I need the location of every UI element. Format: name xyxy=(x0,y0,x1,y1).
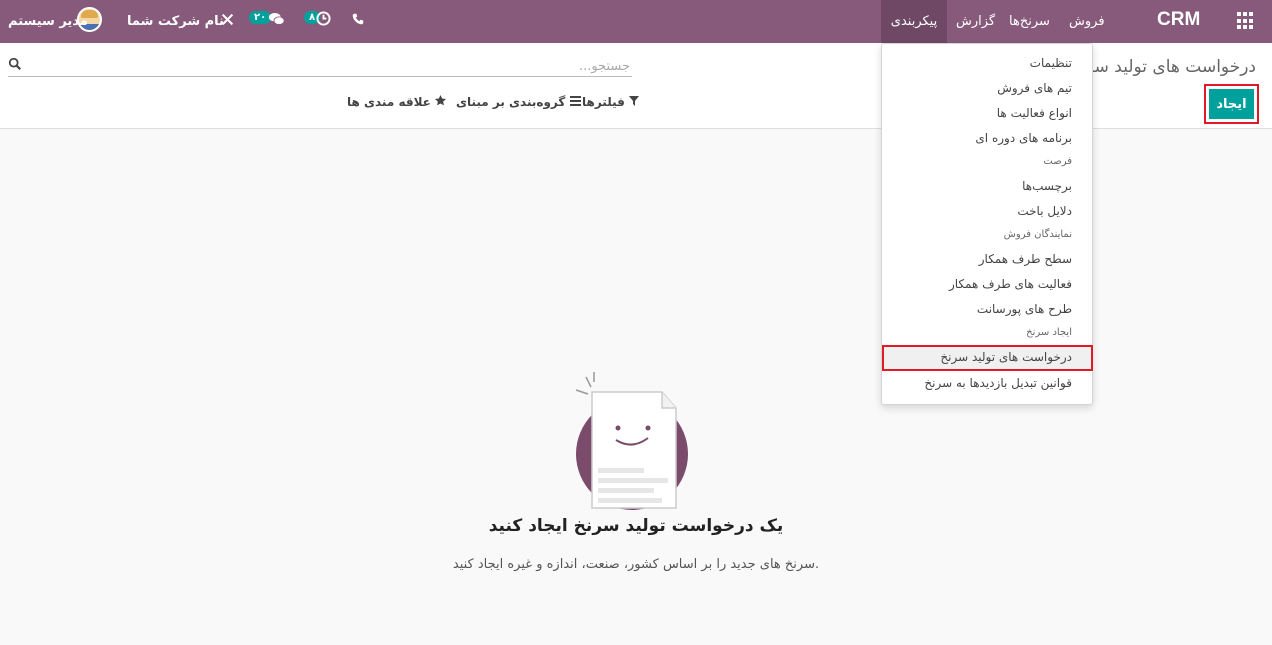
dropdown-item-visits-to-leads-rules[interactable]: قوانین تبدیل بازدیدها به سرنخ xyxy=(924,376,1072,390)
search-bar xyxy=(8,55,632,77)
empty-state-description: سرنخ های جدید را بر اساس کشور، صنعت، اند… xyxy=(452,557,820,572)
dropdown-item-sales-teams[interactable]: تیم های فروش xyxy=(997,81,1072,95)
top-navbar: CRM فروش سرنخ‌ها گزارش پیکربندی ۸ ۲۰ نام… xyxy=(0,0,1272,43)
star-icon xyxy=(435,95,447,106)
search-icon[interactable] xyxy=(8,57,22,71)
search-input[interactable] xyxy=(8,56,632,77)
menu-reporting[interactable]: گزارش xyxy=(948,0,1003,43)
create-button-highlight: ایجاد xyxy=(1204,84,1259,124)
groupby-button[interactable]: گروه‌بندی بر مبنای xyxy=(456,95,581,109)
user-menu[interactable]: مدیر سیستم xyxy=(8,0,88,43)
company-switcher[interactable]: نام شرکت شما xyxy=(127,0,224,43)
dropdown-item-settings[interactable]: تنظیمات xyxy=(1030,56,1072,70)
dropdown-item-recurring-plans[interactable]: برنامه های دوره ای xyxy=(975,131,1072,145)
empty-state-title: یک درخواست تولید سرنخ ایجاد کنید xyxy=(488,516,784,536)
dropdown-item-tags[interactable]: برچسب‌ها xyxy=(1022,179,1072,193)
filters-button[interactable]: فیلترها xyxy=(582,95,640,109)
phone-icon[interactable] xyxy=(352,13,364,28)
dropdown-item-lead-mining-requests[interactable]: درخواست های تولید سرنخ xyxy=(940,350,1072,364)
dropdown-header-opportunity: فرصت xyxy=(1043,156,1072,167)
dropdown-header-resellers: نمایندگان فروش xyxy=(1003,229,1072,240)
page-title: درخواست های تولید سرنخ xyxy=(1080,57,1256,77)
favorites-label: علاقه مندی ها xyxy=(347,95,431,109)
dropdown-item-partner-levels[interactable]: سطح طرف همکار xyxy=(979,252,1072,266)
chat-icon[interactable] xyxy=(268,12,285,29)
favorites-button[interactable]: علاقه مندی ها xyxy=(347,95,447,109)
dropdown-header-lead-generation: ایجاد سرنخ xyxy=(1026,327,1072,338)
app-brand[interactable]: CRM xyxy=(1157,9,1200,31)
bars-icon xyxy=(569,96,581,106)
filters-label: فیلترها xyxy=(582,95,625,109)
create-button[interactable]: ایجاد xyxy=(1209,89,1254,119)
apps-menu-icon[interactable] xyxy=(1237,12,1255,30)
menu-configuration[interactable]: پیکربندی xyxy=(881,0,947,43)
dropdown-item-partner-activities[interactable]: فعالیت های طرف همکار xyxy=(949,277,1072,291)
clock-icon[interactable] xyxy=(316,11,331,29)
filter-icon xyxy=(629,96,640,106)
configuration-dropdown: تنظیمات تیم های فروش انواع فعالیت ها برن… xyxy=(881,43,1093,405)
dropdown-item-activity-types[interactable]: انواع فعالیت ها xyxy=(997,106,1072,120)
dropdown-item-lost-reasons[interactable]: دلایل باخت xyxy=(1017,204,1072,218)
dropdown-item-commission-plans[interactable]: طرح های پورسانت xyxy=(977,302,1072,316)
empty-document-illustration xyxy=(575,372,688,510)
menu-leads[interactable]: سرنخ‌ها xyxy=(1001,0,1058,43)
menu-sales[interactable]: فروش xyxy=(1061,0,1113,43)
groupby-label: گروه‌بندی بر مبنای xyxy=(456,95,566,109)
